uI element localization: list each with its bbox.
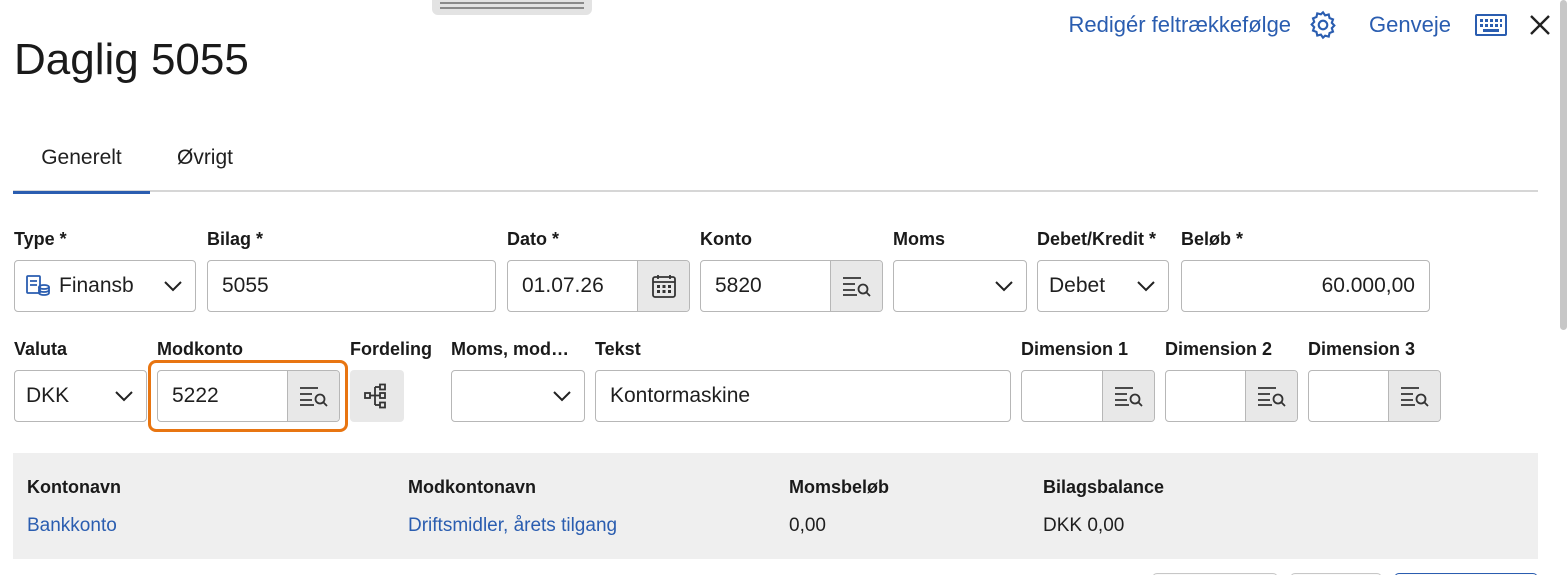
type-label: Type * — [14, 229, 67, 249]
scrollbar[interactable] — [1560, 0, 1567, 330]
dato-value: 01.07.26 — [522, 274, 604, 297]
modkonto-label: Modkonto — [157, 339, 243, 359]
chevron-down-icon — [151, 280, 195, 292]
kontonavn-label: Kontonavn — [27, 477, 121, 497]
close-icon[interactable] — [1529, 14, 1551, 36]
top-actions: Redigér feltrækkefølge Genveje — [1069, 10, 1552, 40]
drag-handle[interactable] — [432, 0, 592, 15]
dimension3-input[interactable] — [1308, 370, 1441, 422]
modkontonavn-link[interactable]: Driftsmidler, årets tilgang — [408, 515, 617, 537]
moms-label: Moms — [893, 229, 946, 249]
dato-input[interactable]: 01.07.26 — [507, 260, 690, 312]
modkonto-input[interactable]: 5222 — [157, 370, 340, 422]
gear-icon[interactable] — [1307, 9, 1339, 41]
belob-input[interactable]: 60.000,00 — [1181, 260, 1430, 312]
keyboard-icon[interactable] — [1475, 14, 1507, 36]
lookup-icon[interactable] — [287, 371, 339, 421]
shortcuts-link[interactable]: Genveje — [1369, 12, 1451, 38]
summary-panel: Kontonavn Bankkonto Modkontonavn Driftsm… — [13, 453, 1538, 559]
valuta-value: DKK — [26, 384, 70, 407]
belob-value: 60.000,00 — [1321, 274, 1415, 297]
moms-select[interactable] — [893, 260, 1027, 312]
moms-mod-label: Moms, mod… — [451, 339, 570, 359]
debet-kredit-label: Debet/Kredit * — [1037, 229, 1157, 249]
belob-label: Beløb * — [1181, 229, 1244, 249]
valuta-select[interactable]: DKK — [14, 370, 147, 422]
chevron-down-icon — [102, 390, 146, 402]
dimension2-input[interactable] — [1165, 370, 1298, 422]
dimension3-label: Dimension 3 — [1308, 339, 1416, 359]
tekst-value: Kontormaskine — [610, 384, 751, 407]
tekst-label: Tekst — [595, 339, 641, 359]
chevron-down-icon — [540, 390, 584, 402]
bilag-input[interactable]: 5055 — [207, 260, 496, 312]
dimension1-input[interactable] — [1021, 370, 1155, 422]
type-value: Finansb — [59, 274, 134, 297]
distribution-button[interactable] — [350, 370, 404, 422]
tab-generelt[interactable]: Generelt — [13, 132, 150, 194]
type-select[interactable]: Finansb — [14, 260, 196, 312]
dimension1-label: Dimension 1 — [1021, 339, 1129, 359]
debet-kredit-value: Debet — [1049, 274, 1106, 297]
bilag-value: 5055 — [222, 274, 269, 297]
valuta-label: Valuta — [14, 339, 68, 359]
bilag-label: Bilag * — [207, 229, 264, 249]
tekst-input[interactable]: Kontormaskine — [595, 370, 1011, 422]
calendar-icon[interactable] — [637, 261, 689, 311]
lookup-icon[interactable] — [1102, 371, 1154, 421]
chevron-down-icon — [982, 280, 1026, 292]
kontonavn-link[interactable]: Bankkonto — [27, 515, 117, 537]
dato-label: Dato * — [507, 229, 560, 249]
konto-value: 5820 — [715, 274, 762, 297]
debet-kredit-select[interactable]: Debet — [1037, 260, 1169, 312]
moms-mod-select[interactable] — [451, 370, 585, 422]
momsbelob-value: 0,00 — [789, 515, 826, 536]
edit-field-order-link[interactable]: Redigér feltrækkefølge — [1069, 12, 1292, 38]
hierarchy-icon — [363, 382, 391, 410]
konto-label: Konto — [700, 229, 752, 249]
konto-input[interactable]: 5820 — [700, 260, 883, 312]
lookup-icon[interactable] — [1388, 371, 1440, 421]
momsbelob-label: Momsbeløb — [789, 477, 890, 497]
page-title: Daglig 5055 — [14, 35, 249, 84]
chevron-down-icon — [1124, 280, 1168, 292]
lookup-icon[interactable] — [1245, 371, 1297, 421]
ledger-icon — [15, 273, 51, 299]
fordeling-label: Fordeling — [350, 339, 432, 359]
lookup-icon[interactable] — [830, 261, 882, 311]
dimension2-label: Dimension 2 — [1165, 339, 1273, 359]
tab-bar: Generelt Øvrigt — [13, 132, 1538, 194]
modkonto-value: 5222 — [172, 384, 219, 407]
bilagsbalance-value: DKK 0,00 — [1043, 515, 1125, 536]
tab-ovrigt[interactable]: Øvrigt — [160, 132, 250, 192]
bilagsbalance-label: Bilagsbalance — [1043, 477, 1165, 497]
modkontonavn-label: Modkontonavn — [408, 477, 536, 497]
